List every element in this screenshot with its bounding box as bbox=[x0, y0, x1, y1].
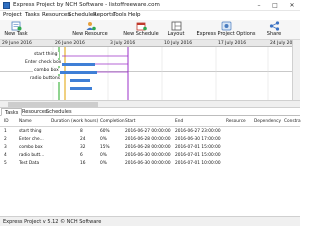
column-header-resource[interactable]: Resource bbox=[226, 116, 246, 127]
cell-name: start thing bbox=[19, 129, 42, 134]
gantt-vertical-scrollbar[interactable] bbox=[292, 40, 300, 72]
tab-strip: Tasks Resources Schedules bbox=[0, 108, 300, 116]
table-row[interactable]: 4 radio butt... 6 0% 2016-06-30 00:00:00… bbox=[0, 152, 300, 160]
column-header-dependency[interactable]: Dependency bbox=[254, 116, 281, 127]
new-resource-label: New Resource bbox=[72, 31, 108, 37]
status-bar: Express Project v 5.12 © NCH Software bbox=[0, 216, 300, 226]
column-header-end[interactable]: End bbox=[175, 116, 183, 127]
cell-id: 5 bbox=[4, 161, 7, 166]
cell-start: 2016-06-27 00:00:00 bbox=[125, 129, 171, 134]
cell-completion: 15% bbox=[100, 145, 110, 150]
table-header: ID Name Duration (work hours) Completion… bbox=[0, 116, 301, 127]
scrollbar-thumb[interactable] bbox=[8, 102, 98, 107]
new-schedule-label: New Schedule bbox=[123, 31, 159, 37]
cell-id: 1 bbox=[4, 129, 7, 134]
cell-end: 2016-06-27 23:00:00 bbox=[175, 129, 221, 134]
column-header-id[interactable]: ID bbox=[4, 116, 9, 127]
cell-end: 2016-07-01 15:00:00 bbox=[175, 145, 221, 150]
new-task-label: New Task bbox=[4, 31, 28, 37]
menu-help[interactable]: Help bbox=[128, 11, 141, 20]
gantt-task-label[interactable]: Enter check box bbox=[24, 60, 63, 66]
share-button[interactable]: Share bbox=[264, 21, 284, 39]
table-row[interactable]: 3 combo box 32 15% 2016-06-28 00:00:00 2… bbox=[0, 144, 300, 152]
cell-end: 2016-06-30 17:00:00 bbox=[175, 137, 221, 142]
column-header-constraint[interactable]: Constra bbox=[284, 116, 301, 127]
options-icon bbox=[221, 21, 231, 31]
window-title: Express Project by NCH Software - listof… bbox=[13, 2, 160, 8]
cell-completion: 0% bbox=[100, 153, 107, 158]
cell-start: 2016-06-30 00:00:00 bbox=[125, 153, 171, 158]
new-schedule-button[interactable]: New Schedule bbox=[120, 21, 162, 39]
share-icon bbox=[269, 21, 279, 31]
gantt-lower-scrollbar[interactable] bbox=[292, 72, 300, 100]
minimize-button[interactable]: – bbox=[252, 0, 266, 11]
date-label: 10 July 2016 bbox=[164, 41, 193, 46]
new-task-icon bbox=[11, 21, 21, 31]
menu-bar: Project Tasks Resources Schedules Report… bbox=[0, 11, 300, 20]
gantt-date-header: 29 June 2016 26 June 2016 3 July 2016 10… bbox=[0, 40, 298, 47]
share-label: Share bbox=[266, 31, 282, 37]
gantt-task-label[interactable]: combo box bbox=[33, 68, 60, 74]
cell-duration: 8 bbox=[80, 129, 83, 134]
gantt-task-label[interactable]: start thing bbox=[33, 52, 59, 58]
date-label: 17 July 2016 bbox=[218, 41, 247, 46]
table-row[interactable]: 1 start thing 8 60% 2016-06-27 00:00:00 … bbox=[0, 128, 300, 136]
menu-tasks[interactable]: Tasks bbox=[25, 11, 40, 20]
cell-end: 2016-07-01 15:00:00 bbox=[175, 153, 221, 158]
menu-tools[interactable]: Tools bbox=[113, 11, 127, 20]
cell-name: Test Data bbox=[19, 161, 40, 166]
column-header-name[interactable]: Name bbox=[19, 116, 32, 127]
new-resource-button[interactable]: New Resource bbox=[70, 21, 110, 39]
cell-start: 2016-06-30 00:00:00 bbox=[125, 161, 171, 166]
new-resource-icon bbox=[86, 22, 96, 31]
cell-id: 4 bbox=[4, 153, 7, 158]
layout-button[interactable]: Layout bbox=[166, 21, 186, 39]
column-header-start[interactable]: Start bbox=[125, 116, 136, 127]
cell-completion: 0% bbox=[100, 137, 107, 142]
date-label: 29 June 2016 bbox=[2, 41, 32, 46]
cell-completion: 60% bbox=[100, 129, 110, 134]
status-text: Express Project v 5.12 © NCH Software bbox=[3, 219, 102, 225]
cell-id: 2 bbox=[4, 137, 7, 142]
column-header-duration[interactable]: Duration (work hours) bbox=[51, 116, 98, 127]
gantt-horizontal-scrollbar[interactable] bbox=[0, 100, 300, 108]
gantt-task-label[interactable]: radio buttons bbox=[29, 76, 62, 82]
new-task-button[interactable]: New Task bbox=[2, 21, 30, 39]
cell-name: combo box bbox=[19, 145, 43, 150]
layout-label: Layout bbox=[167, 31, 185, 37]
date-label: 26 June 2016 bbox=[55, 41, 85, 46]
toolbar: New Task New Resource New Schedule Layou… bbox=[0, 20, 300, 40]
new-schedule-icon bbox=[136, 22, 147, 31]
options-button[interactable]: Express Project Options bbox=[196, 21, 256, 39]
menu-project[interactable]: Project bbox=[3, 11, 22, 20]
options-label: Express Project Options bbox=[196, 31, 256, 37]
table-row[interactable]: 5 Test Data 16 0% 2016-06-30 00:00:00 20… bbox=[0, 160, 300, 168]
cell-end: 2016-07-01 10:00:00 bbox=[175, 161, 221, 166]
cell-duration: 16 bbox=[80, 161, 86, 166]
date-label: 3 July 2016 bbox=[110, 41, 136, 46]
cell-completion: 0% bbox=[100, 161, 107, 166]
cell-id: 3 bbox=[4, 145, 7, 150]
cell-name: radio butt... bbox=[19, 153, 45, 158]
cell-start: 2016-06-28 00:00:00 bbox=[125, 137, 171, 142]
layout-icon bbox=[171, 21, 181, 31]
maximize-button[interactable]: □ bbox=[268, 0, 282, 11]
cell-start: 2016-06-28 00:00:00 bbox=[125, 145, 171, 150]
app-icon bbox=[3, 2, 10, 9]
tab-schedules[interactable]: Schedules bbox=[43, 108, 75, 116]
cell-duration: 24 bbox=[80, 137, 86, 142]
menu-schedules[interactable]: Schedules bbox=[68, 11, 96, 20]
column-header-completion[interactable]: Completion bbox=[100, 116, 125, 127]
cell-duration: 32 bbox=[80, 145, 86, 150]
task-table: ID Name Duration (work hours) Completion… bbox=[0, 116, 301, 216]
title-bar: Express Project by NCH Software - listof… bbox=[0, 0, 300, 11]
cell-duration: 6 bbox=[80, 153, 83, 158]
menu-reports[interactable]: Reports bbox=[93, 11, 114, 20]
menu-resources[interactable]: Resources bbox=[42, 11, 70, 20]
table-row[interactable]: 2 Enter che... 24 0% 2016-06-28 00:00:00… bbox=[0, 136, 300, 144]
close-button[interactable]: ✕ bbox=[285, 0, 299, 11]
cell-name: Enter che... bbox=[19, 137, 44, 142]
